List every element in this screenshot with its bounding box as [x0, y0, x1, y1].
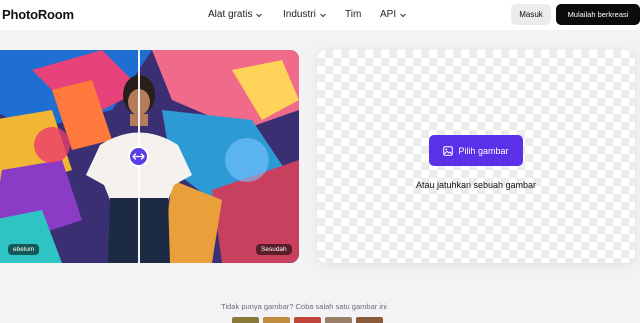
sample-thumbnail[interactable]: [356, 317, 383, 323]
nav-industri-label: Industri: [283, 9, 316, 20]
chevron-down-icon: [319, 13, 326, 17]
nav-tim-label: Tim: [345, 9, 362, 20]
arrows-horizontal-icon: [132, 153, 145, 160]
graffiti-photo: [0, 50, 299, 263]
sample-thumbnail[interactable]: [294, 317, 321, 323]
top-navigation: PhotoRoom Alat gratis Industri Tim API M…: [0, 0, 640, 30]
nav-alat-gratis-label: Alat gratis: [208, 9, 253, 20]
sample-thumbnail[interactable]: [263, 317, 290, 323]
pick-image-button[interactable]: Pilih gambar: [429, 135, 523, 166]
after-label: Sesudah: [256, 244, 292, 255]
sample-images-prompt: Tidak punya gambar? Coba salah satu gamb…: [221, 302, 387, 311]
start-creating-button[interactable]: Mulailah berkreasi: [556, 4, 640, 25]
nav-tim[interactable]: Tim: [345, 9, 361, 20]
chevron-down-icon: [256, 13, 263, 17]
sample-thumbnail[interactable]: [325, 317, 352, 323]
comparison-slider-handle[interactable]: [128, 146, 149, 167]
nav-api[interactable]: API: [380, 9, 407, 20]
nav-api-label: API: [380, 9, 397, 20]
login-button[interactable]: Masuk: [511, 4, 551, 25]
photoroom-logo[interactable]: PhotoRoom: [2, 7, 74, 22]
nav-industri[interactable]: Industri: [283, 9, 327, 20]
image-icon: [443, 145, 454, 156]
before-label: ebelum: [8, 244, 40, 255]
chevron-down-icon: [400, 13, 406, 17]
nav-alat-gratis[interactable]: Alat gratis: [208, 9, 263, 20]
sample-thumbnails: [232, 317, 383, 323]
drop-hint: Atau jatuhkan sebuah gambar: [415, 180, 537, 190]
pick-image-label: Pilih gambar: [458, 145, 509, 156]
before-after-image: [0, 50, 299, 263]
sample-thumbnail[interactable]: [232, 317, 259, 323]
